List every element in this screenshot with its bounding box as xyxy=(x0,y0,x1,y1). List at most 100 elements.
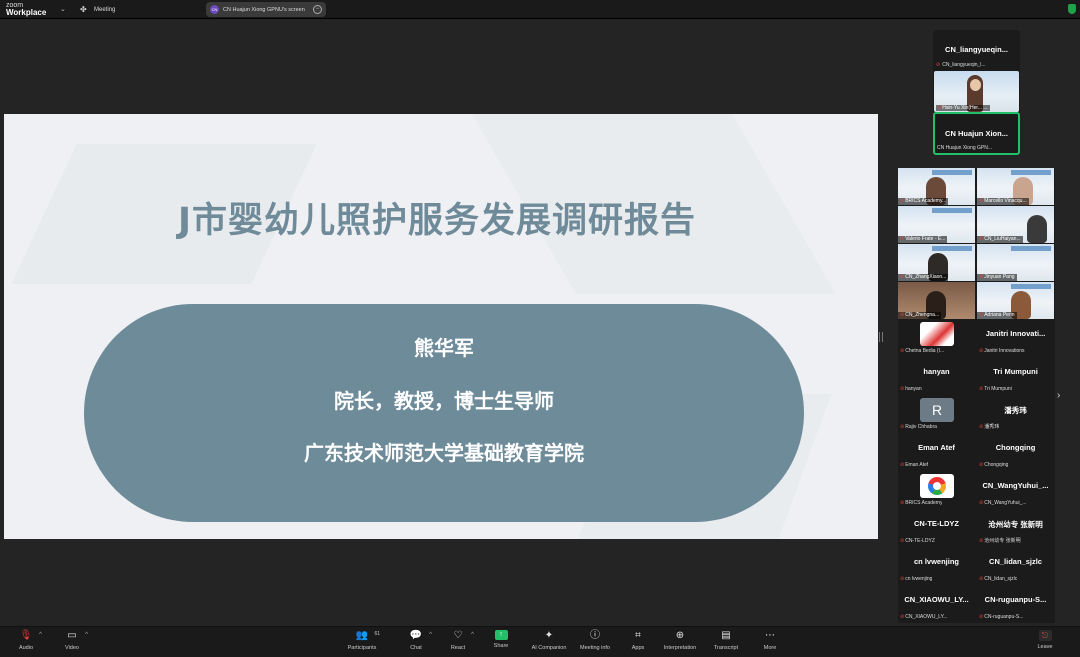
participant-label-text: Tri Mumpuni xyxy=(984,386,1012,392)
active-speaker-tile[interactable]: CN Huajun Xion... CN Huajun Xiong GPN... xyxy=(933,112,1020,155)
participant-label: ⊘CN_WangYuhui_... xyxy=(979,500,1027,506)
participants-button[interactable]: 👥 Participants 61 xyxy=(340,630,384,651)
gallery-view: ⊘BRICS Academy... ⊘Marcello Vinacqu... ⊘… xyxy=(898,168,1055,623)
leave-button[interactable]: ⎋ Leave xyxy=(1023,630,1067,650)
mic-muted-icon: ⊘ xyxy=(979,576,983,582)
participant-tile[interactable]: Janitri Innovati... ⊘Janitri Innovations xyxy=(977,320,1054,357)
participant-name: CN_XIAOWU_LY... xyxy=(898,595,975,604)
participant-label: ⊘hanyan xyxy=(900,386,922,392)
tab-shared-screen[interactable]: CN CN Huajun Xiong GPNU's screen − xyxy=(206,2,326,17)
participant-label-text: 潘秀玮 xyxy=(984,424,999,430)
participant-tile[interactable]: Tri Mumpuni ⊘Tri Mumpuni xyxy=(977,358,1054,395)
mic-muted-icon: 🎙 xyxy=(19,630,33,642)
person-face xyxy=(970,79,981,91)
participants-icon: 👥 xyxy=(355,630,369,642)
panel-resize-handle[interactable] xyxy=(879,332,883,342)
zoom-workplace-logo[interactable]: zoom Workplace xyxy=(6,2,46,16)
participant-tile[interactable]: ⊘Chetna Bedia (I... xyxy=(898,320,975,357)
participant-tile[interactable]: 沧州幼专 张新明 ⊘沧州幼专 张新明 xyxy=(977,510,1054,547)
tab-meeting[interactable]: ✤ Meeting xyxy=(80,3,115,16)
participant-label: ⊘Janitri Innovations xyxy=(979,348,1025,354)
participant-video[interactable]: ⊘Marcello Vinacqu... xyxy=(977,168,1054,205)
slide-banner xyxy=(1011,284,1051,289)
chevron-right-icon[interactable]: › xyxy=(1057,390,1060,401)
audio-button[interactable]: 🎙 Audio ^ xyxy=(4,630,48,651)
mic-muted-icon: ⊘ xyxy=(900,462,904,468)
participant-video[interactable]: ⊘Jinyuan Pang xyxy=(977,244,1054,281)
participant-label-text: CN-ruguanpu-S... xyxy=(984,614,1023,620)
more-button[interactable]: ⋯ More xyxy=(748,630,792,651)
more-label: More xyxy=(764,645,777,651)
chevron-up-icon[interactable]: ^ xyxy=(85,632,88,638)
participant-tile[interactable]: Eman Atef ⊘Eman Atef xyxy=(898,434,975,471)
participant-tile[interactable]: Chongqing ⊘Chongqing xyxy=(977,434,1054,471)
slide-title: J市婴幼儿照护服务发展调研报告 xyxy=(0,192,874,243)
participant-label: ⊘BRICS Academy xyxy=(900,500,942,506)
participant-label-text: Hsin-Yu Xin(Her... ... xyxy=(942,105,987,111)
view-options-icon[interactable]: − xyxy=(313,5,322,14)
globe-icon: ⊕ xyxy=(673,630,687,642)
video-button[interactable]: ▭ Video ^ xyxy=(50,630,94,651)
participant-label: ⊘沧州幼专 张新明 xyxy=(979,537,1021,544)
participant-tile[interactable]: ⊘BRICS Academy xyxy=(898,472,975,509)
participant-label-text: CN_LiuHaiyan... xyxy=(984,236,1020,242)
participant-video[interactable]: ⊘Valerio Frate - E... xyxy=(898,206,975,243)
participant-label: ⊘BRICS Academy... xyxy=(898,198,948,205)
slide-banner xyxy=(1011,246,1051,251)
participant-video[interactable]: ⊘CN_LiuHaiyan... xyxy=(977,206,1054,243)
participant-label: ⊘cn lvwenjing xyxy=(900,576,932,582)
participant-label: ⊘Valerio Frate - E... xyxy=(898,236,947,243)
chevron-up-icon[interactable]: ^ xyxy=(429,632,432,638)
apps-button[interactable]: ⌗ Apps xyxy=(616,630,660,651)
participant-label-text: CN-TE-LDYZ xyxy=(905,538,935,544)
participant-video[interactable]: ⊘Adriana Perin xyxy=(977,282,1054,319)
participant-tile[interactable]: R ⊘Rajiv Chhabra xyxy=(898,396,975,433)
mic-muted-icon: ⊘ xyxy=(900,348,904,354)
slide-banner xyxy=(932,170,972,175)
chevron-up-icon[interactable]: ^ xyxy=(471,632,474,638)
share-button[interactable]: ↑ Share xyxy=(479,630,523,649)
interpretation-button[interactable]: ⊕ Interpretation xyxy=(658,630,702,651)
participant-video[interactable]: ⊘BRICS Academy... xyxy=(898,168,975,205)
participant-tile[interactable]: 潘秀玮 ⊘潘秀玮 xyxy=(977,396,1054,433)
participant-tile[interactable]: CN-ruguanpu-S... ⊘CN-ruguanpu-S... xyxy=(977,586,1054,623)
participant-tile[interactable]: cn lvwenjing ⊘cn lvwenjing xyxy=(898,548,975,585)
participant-tile[interactable]: CN_XIAOWU_LY... ⊘CN_XIAOWU_LY... xyxy=(898,586,975,623)
participant-label-text: Rajiv Chhabra xyxy=(905,424,937,430)
ai-companion-button[interactable]: ✦ AI Companion xyxy=(526,630,572,651)
participants-label: Participants xyxy=(348,645,377,651)
react-label: React xyxy=(451,645,465,651)
chat-button[interactable]: 💬 Chat ^ xyxy=(394,630,438,651)
video-camera-icon: ▭ xyxy=(65,630,79,642)
leave-icon: ⎋ xyxy=(1039,630,1052,641)
chevron-up-icon[interactable]: ^ xyxy=(39,632,42,638)
participant-name: 潘秀玮 xyxy=(977,405,1054,416)
mic-muted-icon: ⊘ xyxy=(900,236,904,242)
security-shield-icon[interactable] xyxy=(1068,4,1076,14)
react-button[interactable]: ♡ React ^ xyxy=(436,630,480,651)
mic-muted-icon: ⊘ xyxy=(979,386,983,392)
slide-banner xyxy=(932,208,972,213)
ai-companion-label: AI Companion xyxy=(532,645,567,651)
participant-video[interactable]: ⊘Hsin-Yu Xin(Her... ... xyxy=(934,71,1019,112)
participant-tile[interactable]: CN_WangYuhui_... ⊘CN_WangYuhui_... xyxy=(977,472,1054,509)
presenter-name: 熊华军 xyxy=(84,332,804,361)
leave-label: Leave xyxy=(1038,644,1053,650)
meeting-info-button[interactable]: ⓘ Meeting info xyxy=(573,630,617,651)
participant-label-text: Marcello Vinacqu... xyxy=(984,198,1026,204)
participant-video[interactable]: ⊘CN_ZhangXiaon... xyxy=(898,244,975,281)
slide-banner xyxy=(932,246,972,251)
participant-label: ⊘Chongqing xyxy=(979,462,1008,468)
participants-count: 61 xyxy=(374,631,380,637)
participant-label: ⊘Chetna Bedia (I... xyxy=(900,348,944,354)
participant-label-text: Eman Atef xyxy=(905,462,928,468)
chevron-down-icon[interactable]: ⌄ xyxy=(60,5,66,13)
tab-shared-screen-label: CN Huajun Xiong GPNU's screen xyxy=(223,7,309,13)
participant-tile[interactable]: hanyan ⊘hanyan xyxy=(898,358,975,395)
transcript-button[interactable]: ▤ Transcript xyxy=(704,630,748,651)
participant-tile[interactable]: CN-TE-LDYZ ⊘CN-TE-LDYZ xyxy=(898,510,975,547)
mic-muted-icon: ⊘ xyxy=(900,424,904,430)
chat-icon: 💬 xyxy=(409,630,423,642)
participant-tile[interactable]: CN_lidan_sjzlc ⊘CN_lidan_sjzlc xyxy=(977,548,1054,585)
participant-video[interactable]: ⊘CN_Zhengna... xyxy=(898,282,975,319)
